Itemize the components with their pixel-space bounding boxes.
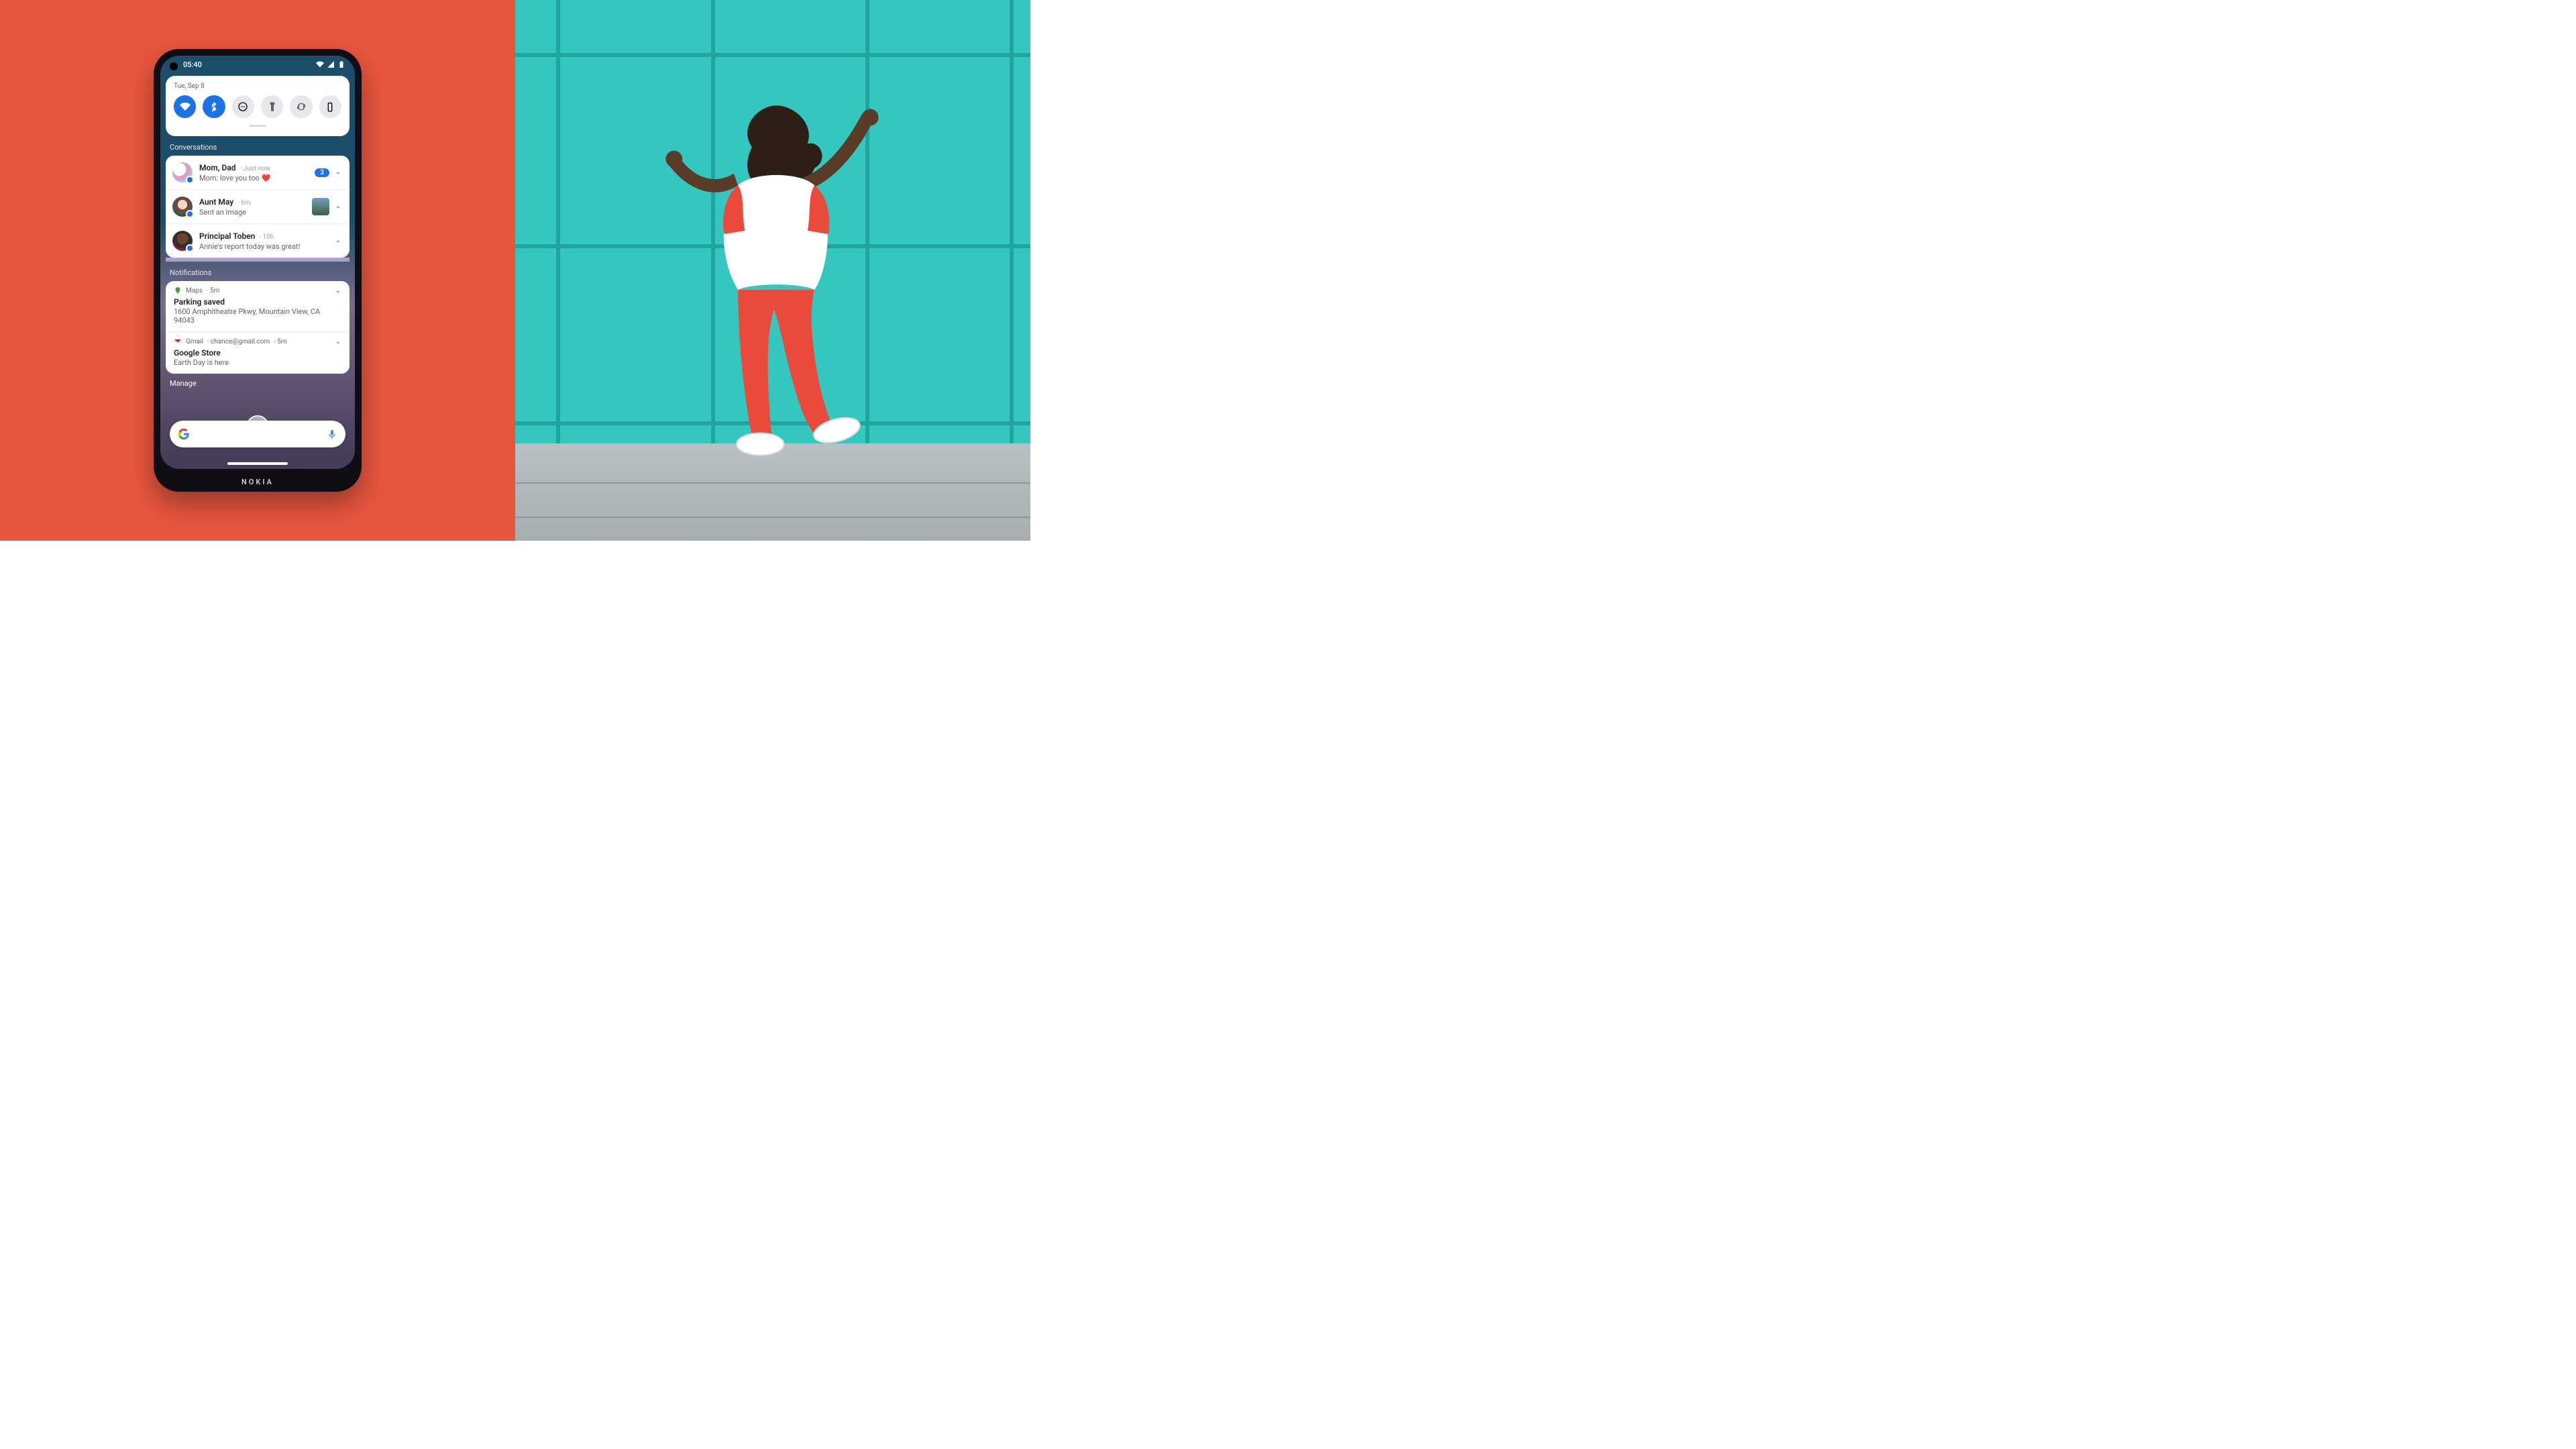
phone-frame: 05:40 Tue, Sep 8 Conversations Mom, Dad … xyxy=(154,49,362,492)
phone-screen: 05:40 Tue, Sep 8 Conversations Mom, Dad … xyxy=(160,56,355,469)
bluetooth-icon xyxy=(209,101,219,112)
wifi-icon xyxy=(180,101,191,112)
conversations-header: Conversations xyxy=(160,136,355,156)
autorotate-icon xyxy=(296,101,307,112)
notification-body: 1600 Amphitheatre Pkwy, Mountain View, C… xyxy=(174,307,341,325)
notification-app: Maps xyxy=(186,287,203,294)
conversation-meta: · 6m xyxy=(237,199,250,207)
battery-icon xyxy=(337,60,345,68)
notification-meta: · 5m xyxy=(274,338,286,345)
marketing-right-panel xyxy=(515,0,1030,541)
flashlight-icon xyxy=(267,101,278,112)
chevron-down-icon[interactable] xyxy=(333,168,343,177)
conversation-body: Annie's report today was great! xyxy=(199,242,327,251)
unread-badge: 3 xyxy=(315,168,329,177)
messenger-badge-icon xyxy=(186,176,194,184)
image-thumbnail xyxy=(312,198,329,215)
gesture-nav-pill[interactable] xyxy=(227,462,288,465)
notifications-list: Maps · 5m Parking saved1600 Amphitheatre … xyxy=(166,281,350,374)
conversation-item[interactable]: Principal Toben · 10hAnnie's report toda… xyxy=(166,224,350,258)
notification-body: Earth Day is here xyxy=(174,358,341,367)
qs-date: Tue, Sep 8 xyxy=(174,83,341,90)
notification-meta: · 5m xyxy=(207,287,219,294)
qs-tile-dnd[interactable] xyxy=(232,95,254,118)
conversation-title: Principal Toben xyxy=(199,231,255,241)
notification-account: · chance@gmail.com xyxy=(207,338,270,345)
status-bar: 05:40 xyxy=(160,56,355,73)
conversation-body: Mom: love you too ❤️ xyxy=(199,174,308,182)
status-time: 05:40 xyxy=(183,60,202,69)
notifications-header: Notifications xyxy=(160,262,355,281)
chevron-down-icon[interactable] xyxy=(333,236,343,246)
avatar xyxy=(172,197,193,217)
chevron-down-icon[interactable] xyxy=(333,286,343,296)
notification-item[interactable]: Gmail · chance@gmail.com · 5m Google Stor… xyxy=(166,332,350,374)
notification-title: Google Store xyxy=(174,348,341,358)
mic-icon[interactable] xyxy=(327,429,337,439)
camera-punch-hole xyxy=(170,62,178,70)
messenger-badge-icon xyxy=(186,210,194,218)
conversation-title: Aunt May xyxy=(199,197,233,207)
qs-drag-handle[interactable] xyxy=(249,125,266,127)
messenger-badge-icon xyxy=(186,244,194,252)
qs-tile-autorotate[interactable] xyxy=(290,95,312,118)
conversations-list: Mom, Dad · Just now Mom: love you too ❤️ 3… xyxy=(166,156,350,258)
notification-item[interactable]: Maps · 5m Parking saved1600 Amphitheatre … xyxy=(166,281,350,332)
marketing-left-panel: 05:40 Tue, Sep 8 Conversations Mom, Dad … xyxy=(0,0,515,541)
qs-tile-bluetooth[interactable] xyxy=(203,95,225,118)
battery-icon xyxy=(325,101,335,112)
chevron-down-icon[interactable] xyxy=(333,337,343,347)
notification-app: Gmail xyxy=(186,338,203,345)
conversation-meta: · 10h xyxy=(259,233,274,241)
phone-brand-label: NOKIA xyxy=(154,478,362,486)
gmail-icon xyxy=(174,337,182,345)
maps-icon xyxy=(174,286,182,294)
dancing-person-illustration xyxy=(634,76,912,476)
quick-settings-panel: Tue, Sep 8 xyxy=(166,76,350,136)
notification-title: Parking saved xyxy=(174,297,341,307)
avatar xyxy=(172,162,193,182)
google-search-bar[interactable] xyxy=(170,421,345,447)
dnd-icon xyxy=(237,101,248,112)
signal-icon xyxy=(327,60,335,68)
chevron-down-icon[interactable] xyxy=(333,202,343,211)
manage-button[interactable]: Manage xyxy=(160,374,355,388)
qs-tile-flashlight[interactable] xyxy=(261,95,283,118)
google-logo-icon xyxy=(178,428,190,440)
qs-tile-battery[interactable] xyxy=(319,95,341,118)
conversation-body: Sent an image xyxy=(199,208,305,217)
conversation-item[interactable]: Aunt May · 6mSent an image xyxy=(166,190,350,224)
status-icons xyxy=(316,60,345,68)
conversation-meta: · Just now xyxy=(240,165,271,172)
wifi-icon xyxy=(316,60,324,68)
qs-tile-wifi[interactable] xyxy=(174,95,196,118)
conversation-title: Mom, Dad xyxy=(199,163,236,172)
conversation-item[interactable]: Mom, Dad · Just now Mom: love you too ❤️ 3 xyxy=(166,156,350,190)
avatar xyxy=(172,231,193,251)
